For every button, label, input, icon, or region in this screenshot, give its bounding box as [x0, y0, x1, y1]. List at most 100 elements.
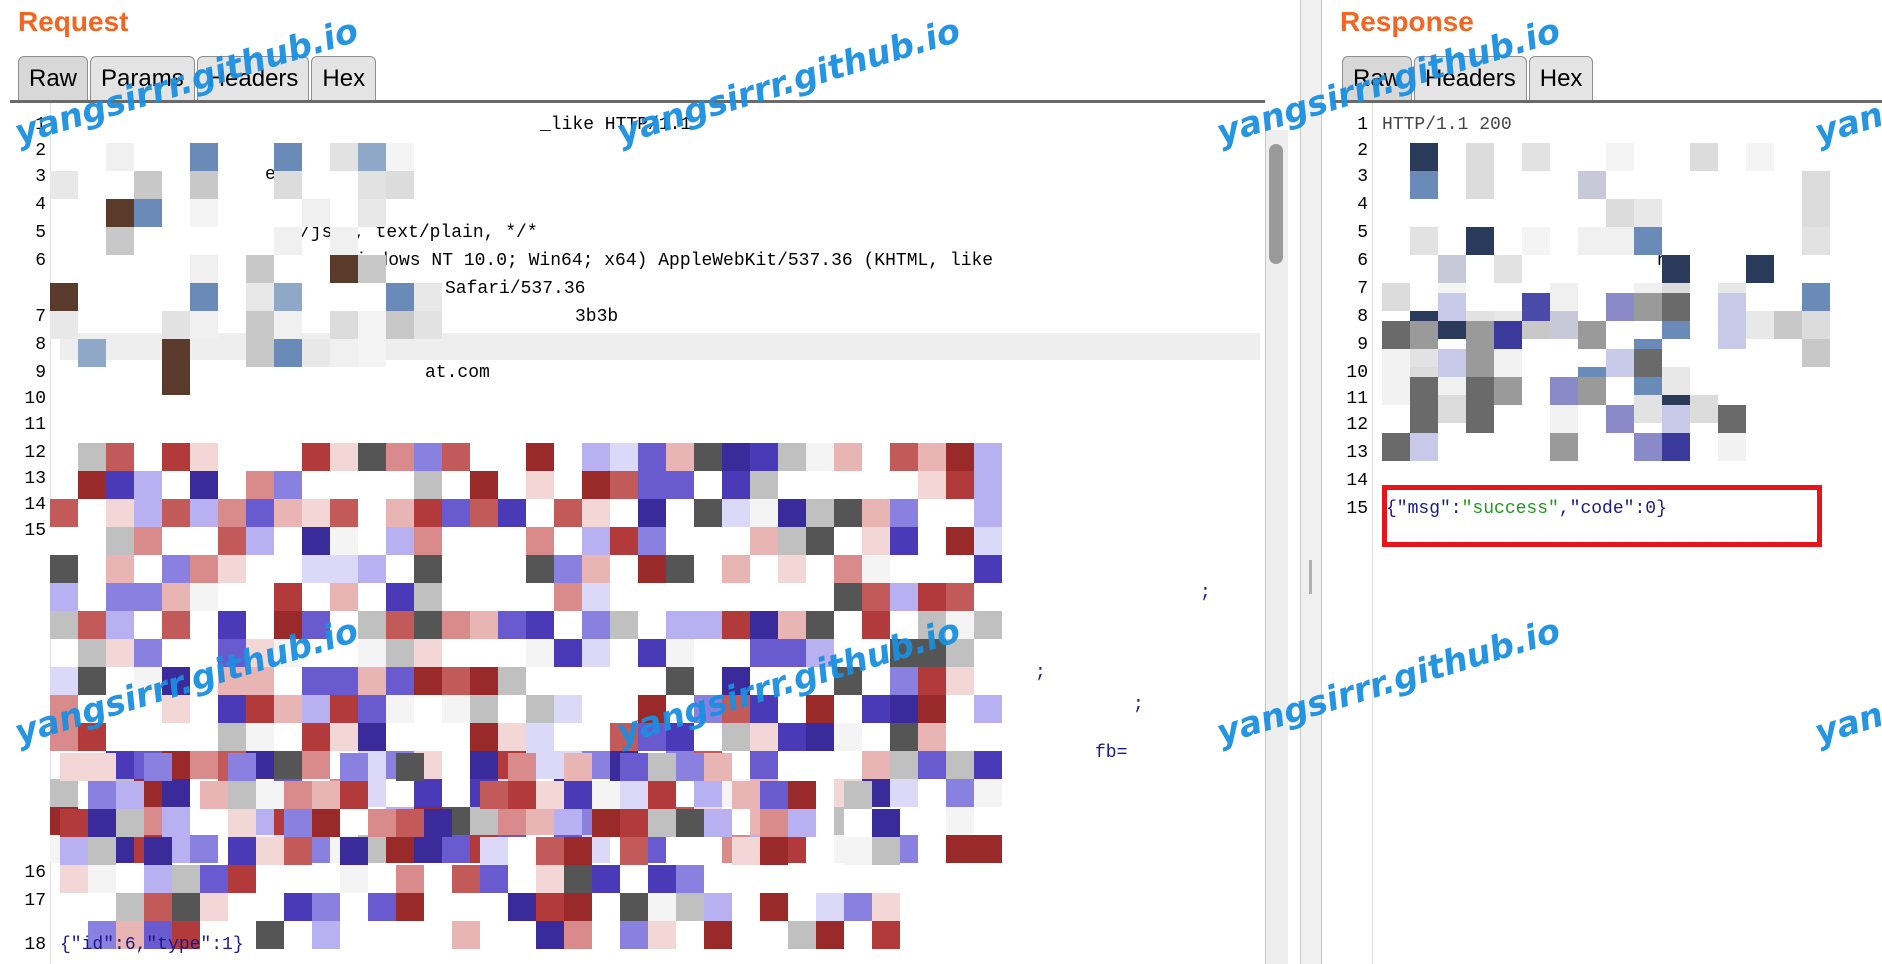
request-scrollbar[interactable] [1265, 130, 1288, 964]
redaction-pixel [340, 865, 368, 893]
redaction-pixel [274, 499, 302, 527]
response-editor[interactable]: 123456789101112131415 HTTP/1.1 200 ng co… [1332, 103, 1882, 964]
redaction-pixel [620, 809, 648, 837]
redaction-pixel [274, 311, 302, 339]
line-number: 3 [35, 167, 46, 187]
redaction-pixel [638, 499, 666, 527]
redaction-pixel [78, 443, 106, 471]
redaction-pixel [750, 751, 778, 779]
redaction-pixel [844, 893, 872, 921]
redaction-pixel [1382, 321, 1410, 349]
redaction-pixel [1410, 227, 1438, 255]
redaction-pixel [330, 583, 358, 611]
redaction-pixel [414, 695, 442, 723]
redaction-pixel [284, 893, 312, 921]
redaction-pixel [190, 807, 218, 835]
redaction-pixel [50, 499, 78, 527]
line-number: 2 [1357, 141, 1368, 161]
redaction-pixel [88, 837, 116, 865]
redaction-pixel [1634, 433, 1662, 461]
redaction-pixel [694, 443, 722, 471]
redaction-pixel [750, 443, 778, 471]
redaction-pixel [246, 555, 274, 583]
redaction-pixel [844, 809, 872, 837]
redaction-pixel [414, 611, 442, 639]
redaction-pixel [274, 695, 302, 723]
redaction-pixel [470, 751, 498, 779]
redaction-pixel [330, 311, 358, 339]
redaction-pixel [470, 667, 498, 695]
redaction-pixel [974, 555, 1002, 583]
redaction-pixel [480, 781, 508, 809]
redaction-pixel [330, 443, 358, 471]
redaction-pixel [200, 781, 228, 809]
redaction-pixel [302, 443, 330, 471]
redaction-pixel [750, 527, 778, 555]
redaction-pixel [106, 143, 134, 171]
redaction-pixel [872, 809, 900, 837]
line-number: 13 [24, 469, 46, 489]
redaction-pixel [676, 809, 704, 837]
redaction-pixel [106, 555, 134, 583]
line-number: 4 [1357, 195, 1368, 215]
redaction-pixel [834, 583, 862, 611]
redaction-pixel [890, 555, 918, 583]
redaction-pixel [974, 779, 1002, 807]
json-value-type: 1 [222, 935, 233, 955]
redaction-pixel [536, 893, 564, 921]
panel-splitter[interactable] [1300, 0, 1322, 964]
redaction-pixel [1410, 405, 1438, 433]
redaction-pixel [564, 837, 592, 865]
redaction-pixel [638, 527, 666, 555]
line-number: 9 [35, 363, 46, 383]
request-scroll-thumb[interactable] [1269, 144, 1283, 264]
redaction-pixel [526, 639, 554, 667]
redaction-pixel [386, 443, 414, 471]
line-number: 7 [1357, 279, 1368, 299]
redaction-pixel [60, 753, 88, 781]
redaction-pixel [190, 583, 218, 611]
line-number: 18 [24, 935, 46, 955]
request-tab-hex[interactable]: Hex [311, 56, 377, 101]
redaction-pixel [872, 837, 900, 865]
redaction-pixel [1802, 339, 1830, 367]
redaction-pixel [396, 753, 424, 781]
redaction-pixel [974, 471, 1002, 499]
line-number: 15 [1346, 499, 1368, 519]
redaction-pixel [806, 499, 834, 527]
redaction-pixel [1466, 349, 1494, 377]
redaction-pixel [1382, 349, 1410, 377]
redaction-pixel [806, 527, 834, 555]
redaction-pixel [78, 471, 106, 499]
splitter-grip[interactable] [1309, 560, 1312, 594]
redaction-pixel [134, 199, 162, 227]
redaction-pixel [414, 667, 442, 695]
request-editor[interactable]: 1 2 3 4 5 6 7 8 9 10 11 12 13 14 15 16 17 18 _like HTTP/1… [10, 103, 1265, 964]
redaction-pixel [676, 865, 704, 893]
redaction-pixel [1466, 143, 1494, 171]
redaction-pixel [1578, 171, 1606, 199]
redaction-pixel [116, 781, 144, 809]
redaction-pixel [592, 809, 620, 837]
redaction-pixel [470, 807, 498, 835]
redaction-pixel [1606, 349, 1634, 377]
redaction-pixel [106, 639, 134, 667]
redaction-pixel [890, 583, 918, 611]
redaction-pixel [246, 255, 274, 283]
response-tab-hex[interactable]: Hex [1528, 56, 1594, 101]
redaction-pixel [526, 807, 554, 835]
redaction-pixel [134, 527, 162, 555]
redaction-pixel [974, 751, 1002, 779]
redaction-pixel [302, 527, 330, 555]
redaction-pixel [760, 809, 788, 837]
redaction-pixel [442, 695, 470, 723]
redaction-pixel [638, 471, 666, 499]
redaction-pixel [368, 809, 396, 837]
redaction-pixel [358, 639, 386, 667]
redaction-pixel [1662, 433, 1690, 461]
redaction-pixel [946, 667, 974, 695]
redaction-pixel [246, 583, 274, 611]
redaction-pixel [190, 143, 218, 171]
redaction-pixel [554, 499, 582, 527]
redaction-pixel [358, 199, 386, 227]
